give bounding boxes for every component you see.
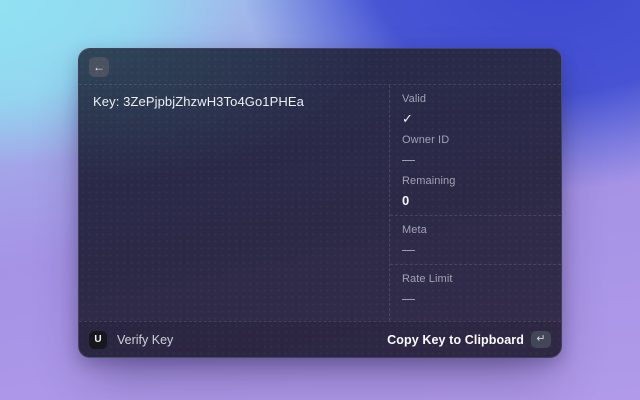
field-remaining: Remaining 0 [402,175,549,208]
field-rate-limit: Rate Limit — [402,273,549,306]
back-arrow-icon: ← [93,59,105,74]
unkey-logo-icon: U [89,330,107,349]
remaining-value: 0 [402,193,410,208]
card-body: Key: 3ZePjpbjZhzwH3To4Go1PHEa Valid ✓ Ow… [79,85,561,321]
details-panel: Valid ✓ Owner ID — Remaining 0 Meta — Ra… [389,85,561,321]
details-section-rate-limit: Rate Limit — [390,264,561,321]
copy-key-label: Copy Key to Clipboard [387,332,524,347]
owner-id-label: Owner ID [402,134,450,146]
remaining-label: Remaining [402,175,456,187]
meta-label: Meta [402,224,427,236]
back-button[interactable]: ← [89,56,109,77]
rate-limit-value: — [402,291,415,306]
field-owner-id: Owner ID — [402,134,549,167]
meta-value: — [402,242,415,257]
card-header: ← [79,49,561,85]
valid-check-icon: ✓ [402,111,413,126]
copy-key-button[interactable]: Copy Key to Clipboard ↵ [385,327,553,352]
key-value: Key: 3ZePjpbjZhzwH3To4Go1PHEa [93,94,305,109]
footer-bar: U Verify Key Copy Key to Clipboard ↵ [79,321,561,357]
details-section-meta: Meta — [390,215,561,264]
valid-label: Valid [402,93,427,105]
verify-key-label: Verify Key [117,332,174,347]
owner-id-value: — [402,152,415,167]
details-section-status: Valid ✓ Owner ID — Remaining 0 [390,85,561,215]
key-display-area: Key: 3ZePjpbjZhzwH3To4Go1PHEa [79,85,389,321]
field-meta: Meta — [402,224,549,257]
key-verification-card: ← Key: 3ZePjpbjZhzwH3To4Go1PHEa Valid ✓ … [78,48,562,358]
enter-key-icon: ↵ [531,331,551,348]
field-valid: Valid ✓ [402,93,549,126]
rate-limit-label: Rate Limit [402,273,453,285]
